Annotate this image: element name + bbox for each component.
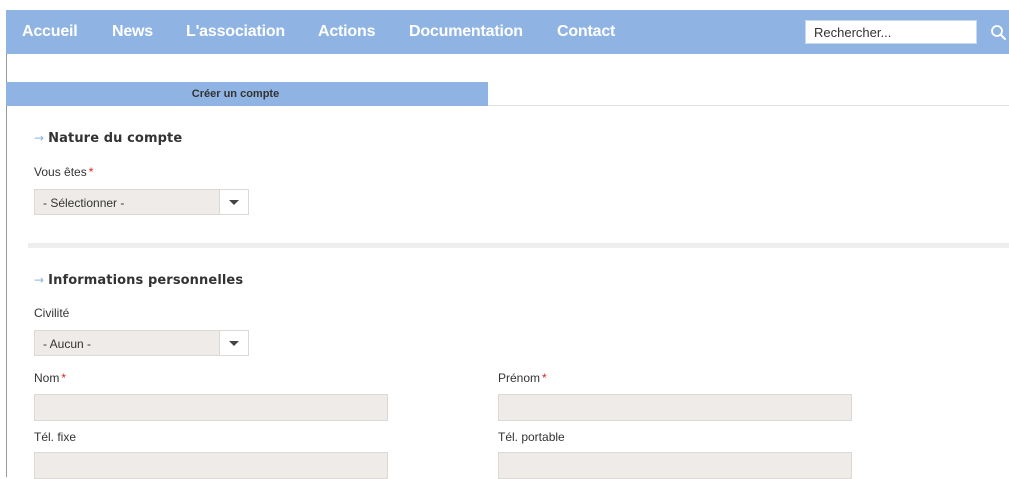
vous-etes-select-value: - Sélectionner - bbox=[43, 196, 125, 210]
nav-item-actions[interactable]: Actions bbox=[318, 23, 375, 41]
page-left-border bbox=[6, 10, 7, 477]
tel-fixe-field[interactable] bbox=[34, 452, 388, 479]
nom-field[interactable] bbox=[34, 394, 388, 421]
vous-etes-select[interactable]: - Sélectionner - bbox=[34, 189, 249, 215]
tel-fixe-label: Tél. fixe bbox=[34, 430, 77, 444]
civilite-label: Civilité bbox=[34, 306, 70, 320]
required-mark: * bbox=[61, 371, 67, 385]
main-navbar: Accueil News L'association Actions Docum… bbox=[6, 10, 1009, 54]
nom-label: Nom * bbox=[34, 371, 66, 385]
section-title-nature: → Nature du compte bbox=[34, 131, 182, 146]
tab-underline bbox=[488, 105, 1009, 106]
prenom-field[interactable] bbox=[498, 394, 852, 421]
search-icon[interactable] bbox=[989, 24, 1009, 42]
select-toggle[interactable] bbox=[219, 190, 248, 214]
prenom-label: Prénom * bbox=[498, 371, 547, 385]
tel-portable-label: Tél. portable bbox=[498, 430, 565, 444]
civilite-select[interactable]: - Aucun - bbox=[34, 330, 249, 356]
tab-create-account[interactable]: Créer un compte bbox=[6, 82, 488, 106]
nom-label-text: Nom bbox=[34, 371, 60, 385]
required-mark: * bbox=[542, 371, 547, 385]
search-input[interactable] bbox=[805, 20, 977, 44]
tel-portable-field[interactable] bbox=[498, 452, 852, 479]
prenom-label-text: Prénom bbox=[498, 371, 541, 385]
arrow-icon: → bbox=[34, 273, 45, 287]
tab-label: Créer un compte bbox=[191, 88, 280, 100]
section-title-personal: → Informations personnelles bbox=[34, 273, 243, 288]
vous-etes-label-text: Vous êtes bbox=[34, 165, 87, 179]
nav-item-association[interactable]: L'association bbox=[186, 23, 285, 41]
nav-item-documentation[interactable]: Documentation bbox=[409, 23, 523, 41]
section-title-nature-text: Nature du compte bbox=[48, 131, 183, 146]
civilite-select-value: - Aucun - bbox=[43, 337, 92, 351]
nav-item-accueil[interactable]: Accueil bbox=[22, 23, 78, 41]
nav-item-news[interactable]: News bbox=[112, 23, 153, 41]
section-divider bbox=[28, 243, 1009, 248]
section-title-personal-text: Informations personnelles bbox=[48, 273, 244, 288]
nav-item-contact[interactable]: Contact bbox=[557, 23, 615, 41]
chevron-down-icon bbox=[229, 200, 239, 205]
required-mark: * bbox=[88, 165, 94, 179]
page: Accueil News L'association Actions Docum… bbox=[0, 0, 1009, 479]
vous-etes-label: Vous êtes * bbox=[34, 165, 93, 179]
chevron-down-icon bbox=[229, 341, 239, 346]
arrow-icon: → bbox=[34, 131, 45, 145]
select-toggle[interactable] bbox=[219, 331, 248, 355]
